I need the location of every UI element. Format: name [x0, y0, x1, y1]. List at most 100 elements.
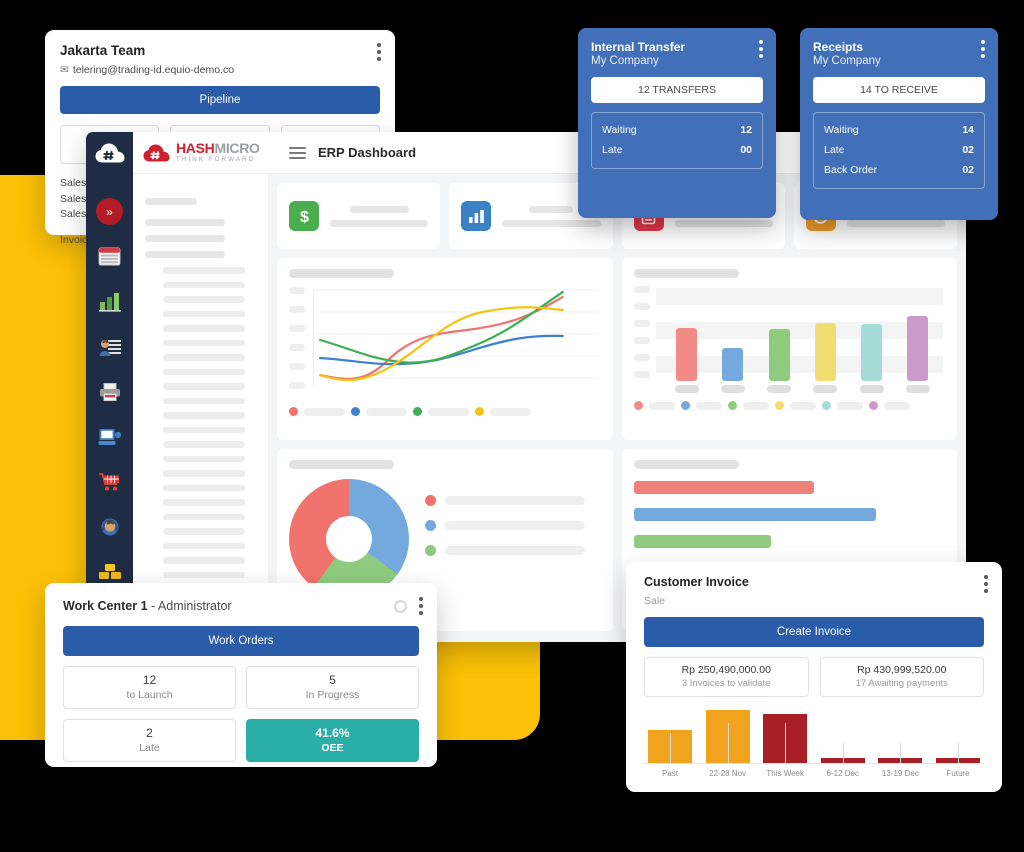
sidebar-item-contacts[interactable]	[96, 333, 123, 360]
nav-placeholder-subline	[163, 455, 245, 462]
inventory-box-icon	[98, 563, 121, 579]
brand-micro: MICRO	[214, 140, 260, 157]
kpi-card[interactable]: $	[277, 183, 441, 249]
sidebar-item-calendar[interactable]	[96, 243, 123, 270]
sidebar-item-expand[interactable]: »	[96, 198, 123, 225]
cell-label: to Launch	[126, 689, 173, 701]
invoices-to-validate-cell[interactable]: Rp 250,490,000.00 3 Invoices to validate	[644, 657, 809, 697]
sidebar-item-helpdesk[interactable]	[96, 513, 123, 540]
nav-placeholder-subline	[163, 513, 245, 520]
invoice-bar-col	[932, 743, 984, 763]
legend-row	[425, 545, 601, 556]
work-center-title: Work Center 1 - Administrator	[63, 599, 232, 613]
receipts-subtitle: My Company	[813, 55, 881, 67]
nav-placeholder-subline	[163, 368, 245, 375]
work-center-cell-in-progress[interactable]: 5 In Progress	[246, 666, 419, 709]
invoice-chart-x-labels: Past 22-28 Nov This Week 6-12 Dec 13-19 …	[644, 769, 984, 778]
nav-placeholder-subline	[163, 571, 245, 578]
stat-row[interactable]: Late 02	[824, 140, 974, 160]
nav-placeholder-subline	[163, 397, 245, 404]
receipts-card: Receipts My Company 14 TO RECEIVE Waitin…	[800, 28, 998, 220]
line-chart-plot	[289, 287, 601, 399]
legend-row	[425, 520, 601, 531]
hashmicro-cloud-logo[interactable]	[86, 132, 133, 174]
nav-placeholder-subline	[163, 426, 245, 433]
chart-title-placeholder	[633, 269, 739, 278]
work-center-cells: 12 to Launch 5 In Progress 2 Late 41.6% …	[63, 666, 419, 762]
legend-swatch	[425, 495, 436, 506]
customer-invoice-kebab-menu-icon[interactable]	[984, 575, 988, 593]
bar	[814, 322, 836, 381]
bar-chart-icon	[98, 292, 121, 312]
create-invoice-button[interactable]: Create Invoice	[644, 617, 984, 647]
customer-invoice-card: Customer Invoice Sale Create Invoice Rp …	[626, 562, 1002, 792]
nav-placeholder-subline	[163, 412, 245, 419]
sidebar-item-inventory[interactable]	[96, 558, 123, 585]
jakarta-kebab-menu-icon[interactable]	[377, 43, 381, 61]
stat-row[interactable]: Late 00	[602, 140, 752, 160]
nav-placeholder-subline	[163, 310, 245, 317]
work-center-cell-oee[interactable]: 41.6% OEE	[246, 719, 419, 762]
legend-swatch	[351, 407, 360, 416]
sidebar-item-purchasing[interactable]	[96, 468, 123, 495]
receipts-title: Receipts	[813, 40, 864, 54]
stat-row[interactable]: Back Order 02	[824, 160, 974, 180]
stat-label: Late	[602, 144, 623, 156]
stat-label: Back Order	[824, 164, 878, 176]
invoice-bar-col	[874, 743, 926, 763]
legend-swatch	[413, 407, 422, 416]
internal-transfer-kebab-menu-icon[interactable]	[759, 40, 763, 67]
h-bar	[633, 508, 877, 521]
customer-invoice-subtitle: Sale	[644, 595, 666, 607]
status-ring-icon[interactable]	[394, 599, 407, 613]
receipts-action-button[interactable]: 14 TO RECEIVE	[813, 77, 985, 103]
chart-title-placeholder	[633, 460, 739, 469]
work-orders-button[interactable]: Work Orders	[63, 626, 419, 656]
work-center-kebab-menu-icon[interactable]	[419, 597, 423, 615]
jakarta-title: Jakarta Team	[60, 43, 146, 58]
bar-chart-x-labels	[664, 385, 942, 393]
nav-placeholder-subline	[163, 339, 245, 346]
erp-title-area: ERP Dashboard	[273, 132, 416, 173]
sidebar-item-pos[interactable]	[96, 423, 123, 450]
legend-swatch	[774, 401, 784, 410]
stat-value: 00	[740, 144, 752, 156]
erp-window-title: ERP Dashboard	[318, 145, 417, 160]
stat-value: 14	[962, 124, 974, 136]
contacts-icon	[99, 339, 121, 356]
jakarta-header: Jakarta Team	[45, 30, 395, 61]
internal-transfer-action-button[interactable]: 12 TRANSFERS	[591, 77, 763, 103]
bar	[722, 348, 744, 381]
pie-chart-wrap	[289, 479, 601, 599]
sidebar-item-reports[interactable]	[96, 288, 123, 315]
bar	[676, 327, 698, 381]
stat-row[interactable]: Waiting 14	[824, 120, 974, 140]
line-chart-card	[277, 258, 613, 440]
stat-value: 02	[962, 164, 974, 176]
customer-invoice-cells: Rp 250,490,000.00 3 Invoices to validate…	[644, 657, 984, 697]
work-center-cell-to-launch[interactable]: 12 to Launch	[63, 666, 236, 709]
receipts-kebab-menu-icon[interactable]	[981, 40, 985, 67]
cell-label: In Progress	[305, 689, 360, 701]
nav-placeholder-subline	[163, 296, 245, 303]
h-bar	[633, 535, 771, 548]
line-chart-legend	[289, 407, 601, 416]
printer-icon	[99, 382, 120, 401]
legend-label-placeholder	[445, 546, 585, 555]
work-center-cell-late[interactable]: 2 Late	[63, 719, 236, 762]
sidebar-item-printing[interactable]	[96, 378, 123, 405]
pipeline-button[interactable]: Pipeline	[60, 86, 380, 114]
legend-label-placeholder	[742, 401, 769, 410]
bar	[907, 315, 929, 381]
cell-value: 2	[146, 726, 153, 740]
x-label: Future	[946, 769, 970, 778]
legend-label-placeholder	[304, 407, 345, 416]
nav-placeholder-subline	[163, 441, 245, 448]
nav-placeholder-subline	[163, 484, 245, 491]
x-label: 22-28 Nov	[709, 769, 747, 778]
stat-row[interactable]: Waiting 12	[602, 120, 752, 140]
hashmicro-brand: HASHMICRO THINK FORWARD	[133, 132, 273, 173]
double-chevron-right-icon: »	[96, 198, 123, 225]
awaiting-payments-cell[interactable]: Rp 430,999,520.00 17 Awaiting payments	[819, 657, 984, 697]
hamburger-menu-icon[interactable]	[289, 146, 306, 159]
